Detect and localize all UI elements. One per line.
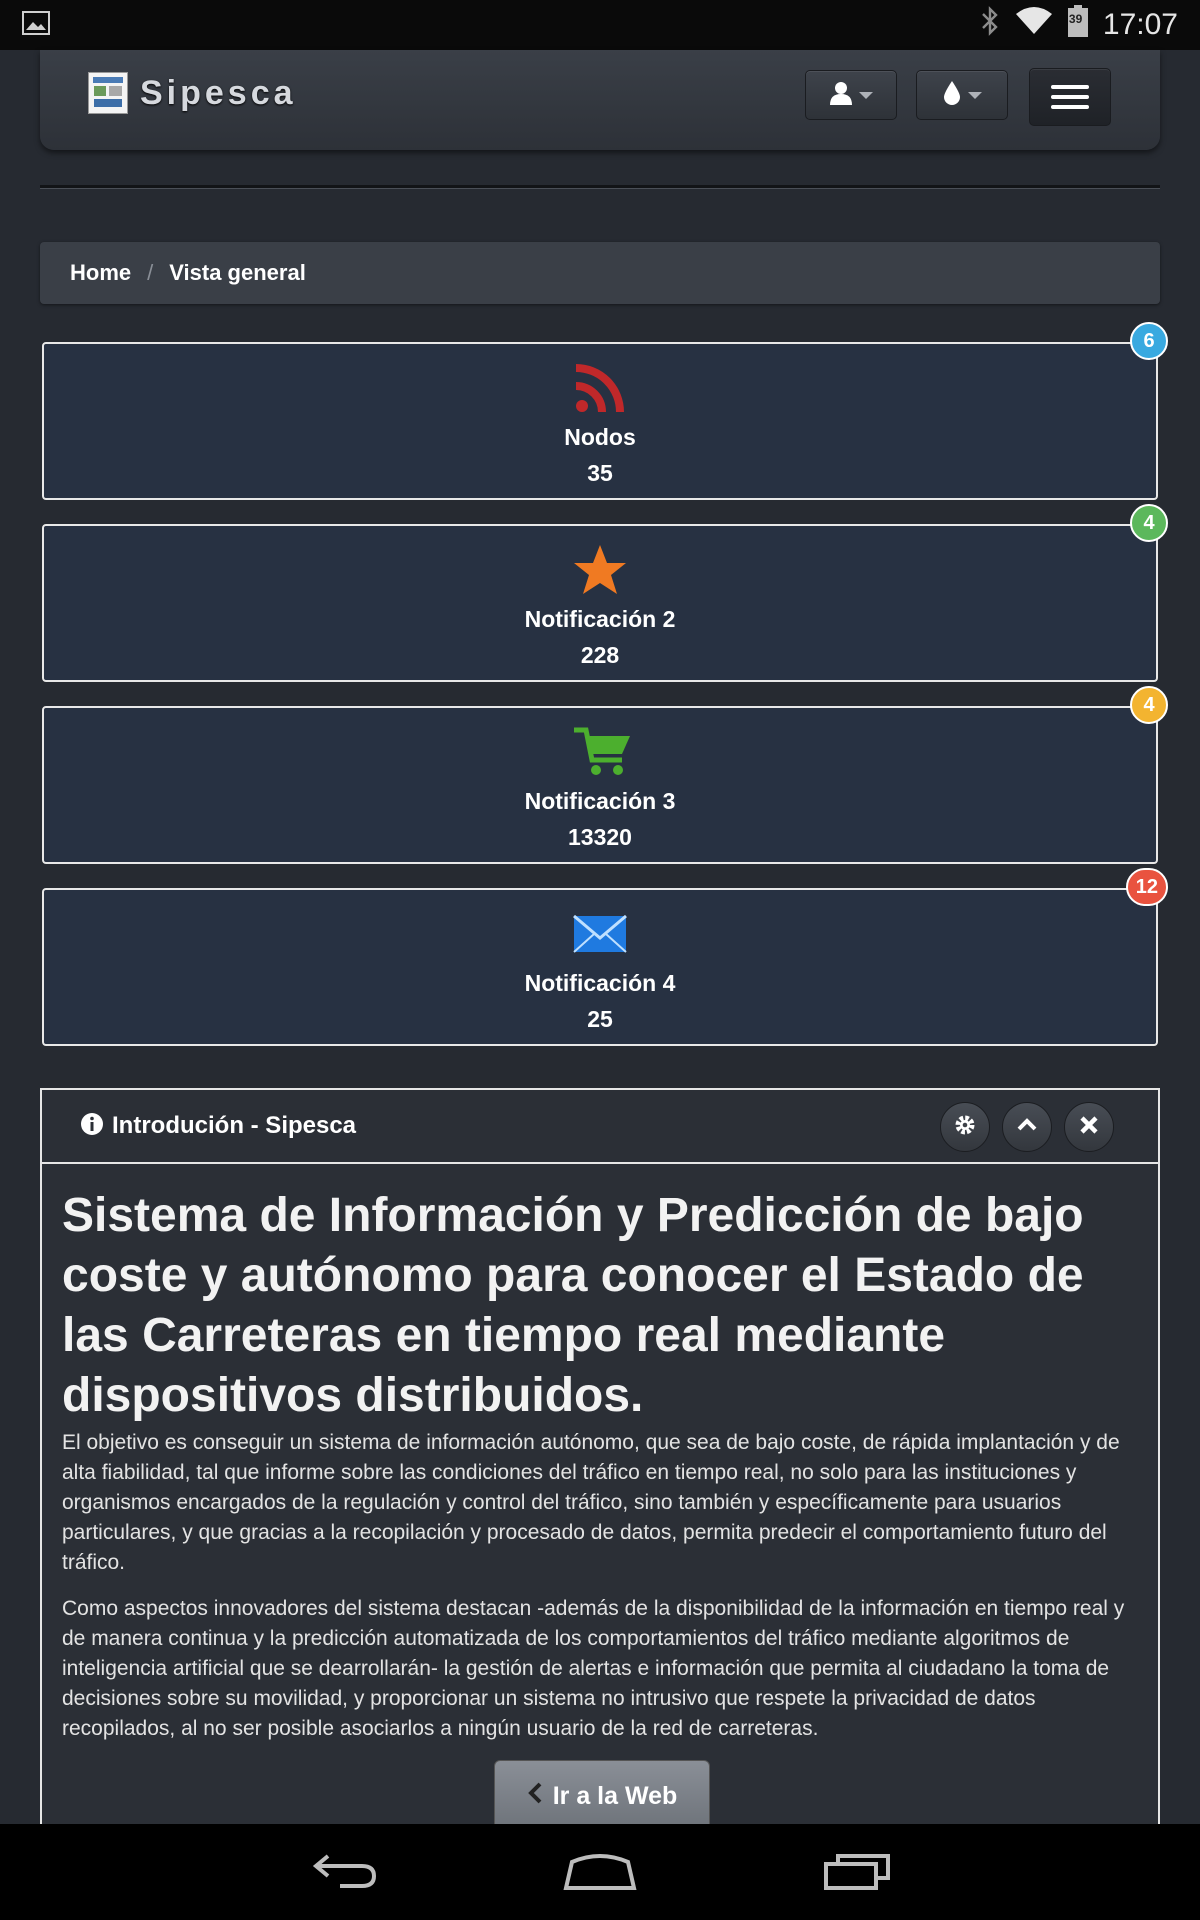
stat-value: 35 bbox=[587, 460, 613, 486]
brand-name: Sipesca bbox=[140, 73, 297, 112]
stat-value: 13320 bbox=[568, 824, 632, 850]
user-menu-button[interactable] bbox=[805, 70, 897, 120]
hamburger-menu-button[interactable] bbox=[1029, 68, 1111, 126]
top-navbar: Sipesca bbox=[40, 50, 1160, 150]
info-icon bbox=[80, 1112, 104, 1141]
stat-title: Nodos bbox=[564, 424, 636, 450]
panel-body: Sistema de Información y Predicción de b… bbox=[42, 1164, 1158, 1744]
bluetooth-icon bbox=[979, 5, 1001, 45]
envelope-icon bbox=[572, 906, 628, 962]
droplet-icon bbox=[942, 80, 962, 111]
go-to-web-label: Ir a la Web bbox=[552, 1781, 678, 1810]
hamburger-line bbox=[1051, 105, 1089, 109]
star-icon bbox=[572, 542, 628, 598]
close-button[interactable] bbox=[1064, 1102, 1114, 1152]
battery-level: 39 bbox=[1068, 12, 1083, 26]
chevron-down-icon bbox=[859, 91, 873, 99]
hamburger-line bbox=[1051, 95, 1089, 99]
stat-title: Notificación 3 bbox=[524, 788, 676, 814]
stat-notificacion-3[interactable]: Notificación 3 13320 4 bbox=[42, 686, 1168, 864]
breadcrumb-home[interactable]: Home bbox=[70, 260, 131, 286]
cart-icon bbox=[572, 724, 630, 780]
clock: 17:07 bbox=[1102, 8, 1178, 41]
home-icon[interactable] bbox=[562, 1848, 638, 1897]
gallery-icon bbox=[22, 10, 50, 40]
intro-panel: Introdución - Sipesca Sistema de Informa… bbox=[40, 1088, 1160, 1832]
panel-paragraph-1: El objetivo es conseguir un sistema de i… bbox=[62, 1431, 1120, 1574]
screen: 39 17:07 Sipesca Home / Vista general No… bbox=[0, 0, 1200, 1920]
breadcrumb-current: Vista general bbox=[169, 260, 306, 285]
settings-button[interactable] bbox=[940, 1102, 990, 1152]
recent-apps-icon[interactable] bbox=[822, 1848, 892, 1897]
breadcrumb-separator: / bbox=[147, 260, 154, 285]
stat-nodos[interactable]: Nodos 35 6 bbox=[42, 322, 1168, 500]
gear-icon bbox=[953, 1113, 977, 1142]
chevron-up-icon bbox=[1015, 1113, 1039, 1142]
rss-icon bbox=[572, 360, 628, 416]
panel-header: Introdución - Sipesca bbox=[42, 1090, 1158, 1164]
hamburger-line bbox=[1051, 85, 1089, 89]
chevron-down-icon bbox=[968, 91, 982, 99]
header-divider bbox=[40, 185, 1160, 189]
stat-badge: 6 bbox=[1130, 322, 1168, 360]
breadcrumb: Home / Vista general bbox=[40, 242, 1160, 304]
battery-icon: 39 bbox=[1067, 4, 1089, 46]
stat-notificacion-2[interactable]: Notificación 2 228 4 bbox=[42, 504, 1168, 682]
stat-title: Notificación 2 bbox=[524, 606, 676, 632]
go-to-web-button[interactable]: Ir a la Web bbox=[494, 1760, 710, 1832]
collapse-button[interactable] bbox=[1002, 1102, 1052, 1152]
status-bar: 39 17:07 bbox=[0, 0, 1200, 50]
panel-title: Introdución - Sipesca bbox=[112, 1112, 357, 1139]
theme-menu-button[interactable] bbox=[916, 70, 1008, 120]
stat-title: Notificación 4 bbox=[524, 970, 676, 996]
brand[interactable]: Sipesca bbox=[88, 72, 297, 114]
panel-headline: Sistema de Información y Predicción de b… bbox=[62, 1189, 1084, 1422]
chevron-left-icon bbox=[527, 1782, 543, 1811]
wifi-icon bbox=[1015, 6, 1053, 44]
panel-paragraph-2: Como aspectos innovadores del sistema de… bbox=[62, 1597, 1125, 1740]
stat-value: 228 bbox=[580, 642, 620, 668]
system-nav-bar bbox=[0, 1824, 1200, 1920]
brand-logo bbox=[88, 72, 128, 114]
stat-badge: 4 bbox=[1130, 504, 1168, 542]
back-icon[interactable] bbox=[310, 1848, 380, 1897]
stat-value: 25 bbox=[587, 1006, 613, 1032]
stat-badge: 4 bbox=[1130, 686, 1168, 724]
user-icon bbox=[829, 81, 853, 110]
stat-notificacion-4[interactable]: Notificación 4 25 12 bbox=[42, 868, 1168, 1046]
close-icon bbox=[1077, 1113, 1101, 1142]
stat-badge: 12 bbox=[1125, 868, 1168, 906]
